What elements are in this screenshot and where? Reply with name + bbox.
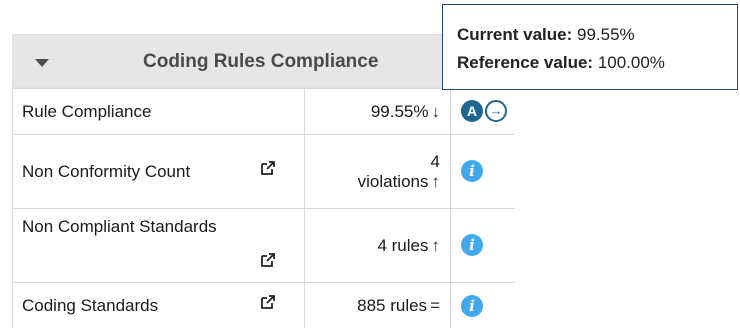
compliance-grade-icon[interactable]: A: [461, 100, 483, 122]
trend-equal-icon: =: [430, 296, 440, 315]
tooltip-reference-label: Reference value:: [457, 53, 593, 72]
table-row: Rule Compliance 99.55%↓ A →: [13, 89, 516, 135]
row-value-unit: violations: [358, 172, 429, 191]
row-name: Coding Standards: [22, 296, 158, 315]
row-name: Non Conformity Count: [22, 162, 190, 181]
row-value-cell: 4 violations↑: [305, 135, 451, 209]
tooltip-reference-line: Reference value: 100.00%: [457, 53, 665, 73]
row-value-cell: 99.55%↓: [305, 89, 451, 135]
row-value: 4: [305, 152, 440, 172]
row-value: 885 rules: [357, 296, 427, 315]
external-link-icon[interactable]: [261, 253, 275, 267]
info-icon[interactable]: i: [461, 160, 483, 182]
external-link-icon[interactable]: [261, 161, 275, 175]
widget-header[interactable]: Coding Rules Compliance: [12, 34, 443, 88]
table-row: Coding Standards 885 rules= i: [13, 283, 516, 328]
trend-up-icon: ↑: [432, 236, 441, 255]
row-icon-cell: i: [451, 283, 516, 328]
info-icon[interactable]: i: [461, 234, 483, 256]
row-name: Rule Compliance: [22, 102, 151, 121]
row-name-cell: Rule Compliance: [13, 89, 305, 135]
tooltip-current-value: 99.55%: [577, 25, 635, 44]
row-icon-cell: i: [451, 135, 516, 209]
table-row: Non Compliant Standards 4 rules↑ i: [13, 209, 516, 283]
tooltip-current-line: Current value: 99.55%: [457, 25, 635, 45]
row-icon-cell: A →: [451, 89, 516, 135]
row-icon-cell: i: [451, 209, 516, 283]
row-value-cell: 4 rules↑: [305, 209, 451, 283]
widget-title: Coding Rules Compliance: [143, 51, 378, 73]
collapse-caret-icon[interactable]: [35, 59, 49, 67]
trend-down-icon: ↓: [432, 102, 441, 121]
row-value: 4 rules: [377, 236, 428, 255]
external-link-icon[interactable]: [261, 295, 275, 309]
tooltip-current-label: Current value:: [457, 25, 572, 44]
info-icon[interactable]: i: [461, 295, 483, 317]
rules-table: Rule Compliance 99.55%↓ A → Non Conformi…: [12, 88, 515, 328]
row-name-cell: Non Compliant Standards: [13, 209, 305, 283]
row-value-cell: 885 rules=: [305, 283, 451, 328]
value-tooltip: Current value: 99.55% Reference value: 1…: [442, 4, 738, 90]
trend-up-icon: ↑: [432, 172, 441, 191]
row-name-cell: Coding Standards: [13, 283, 305, 328]
tooltip-reference-value: 100.00%: [598, 53, 665, 72]
row-name-cell: Non Conformity Count: [13, 135, 305, 209]
navigate-arrow-icon[interactable]: →: [485, 100, 507, 122]
row-value: 99.55%: [371, 102, 429, 121]
row-name: Non Compliant Standards: [22, 209, 304, 237]
table-row: Non Conformity Count 4 violations↑ i: [13, 135, 516, 209]
